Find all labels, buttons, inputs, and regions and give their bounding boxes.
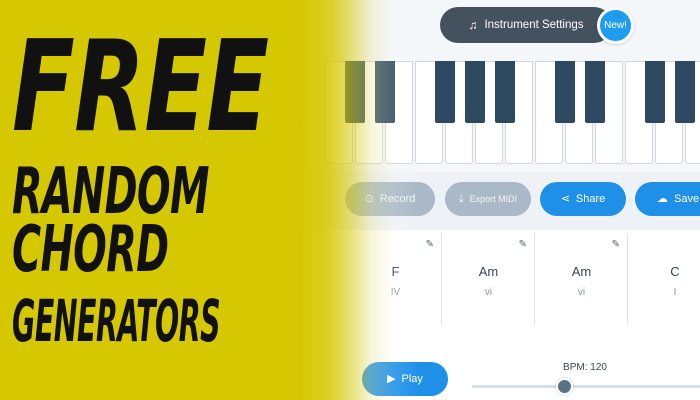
chord-name: C: [670, 264, 680, 279]
save-label: Save: [674, 193, 700, 205]
piano-black-key[interactable]: [375, 61, 395, 123]
piano-keyboard[interactable]: [325, 61, 700, 164]
play-label: Play: [401, 373, 423, 385]
export-midi-label: Export MIDI: [469, 194, 518, 204]
chord-name: F: [391, 264, 400, 279]
chord-card[interactable]: ✎ C I: [629, 233, 700, 325]
headline-generators: GENERATORS: [12, 287, 221, 355]
play-button[interactable]: ▶ Play: [362, 362, 448, 396]
piano-black-key[interactable]: [585, 61, 605, 123]
music-note-icon: ♫: [468, 18, 478, 32]
share-icon: ⋖: [560, 192, 570, 205]
chord-card[interactable]: ✎ F IV: [350, 233, 442, 325]
instrument-settings-button[interactable]: ♫ Instrument Settings: [440, 7, 612, 43]
piano-black-key[interactable]: [555, 61, 575, 123]
record-icon: ⊙: [364, 192, 374, 205]
headline-chord: CHORD: [12, 213, 169, 287]
instrument-settings-label: Instrument Settings: [484, 19, 584, 31]
share-button[interactable]: ⋖ Share: [540, 182, 626, 216]
bpm-slider-track[interactable]: [472, 385, 700, 388]
piano-black-key[interactable]: [465, 61, 485, 123]
piano-black-key[interactable]: [345, 61, 365, 123]
save-button[interactable]: ☁ Save: [635, 182, 700, 216]
bpm-label: BPM: 120: [563, 362, 607, 373]
piano-black-key[interactable]: [435, 61, 455, 123]
share-label: Share: [575, 193, 606, 205]
new-badge: New!: [597, 7, 634, 44]
bpm-slider-thumb[interactable]: [556, 378, 573, 395]
piano-black-key[interactable]: [645, 61, 665, 123]
record-label: Record: [379, 193, 416, 205]
chord-card[interactable]: ✎ Am vi: [536, 233, 628, 325]
record-button[interactable]: ⊙ Record: [345, 182, 435, 216]
edit-icon[interactable]: ✎: [519, 239, 527, 250]
edit-icon[interactable]: ✎: [426, 239, 434, 250]
chord-name: Am: [478, 264, 499, 279]
cloud-upload-icon: ☁: [657, 192, 668, 205]
piano-black-key[interactable]: [675, 61, 695, 123]
chord-numeral: IV: [390, 287, 401, 298]
chord-progression: ✎ F IV ✎ Am vi ✎ Am vi ✎ C I: [350, 233, 700, 325]
chord-card[interactable]: ✎ Am vi: [443, 233, 535, 325]
chord-numeral: vi: [577, 287, 586, 298]
edit-icon[interactable]: ✎: [612, 239, 620, 250]
download-icon: ⤓: [458, 192, 464, 205]
play-icon: ▶: [387, 372, 396, 385]
export-midi-button[interactable]: ⤓ Export MIDI: [445, 182, 531, 216]
chord-numeral: vi: [484, 287, 493, 298]
chord-numeral: I: [673, 287, 677, 298]
piano-black-key[interactable]: [495, 61, 515, 123]
chord-name: Am: [571, 264, 592, 279]
headline-free: FREE: [12, 13, 269, 160]
